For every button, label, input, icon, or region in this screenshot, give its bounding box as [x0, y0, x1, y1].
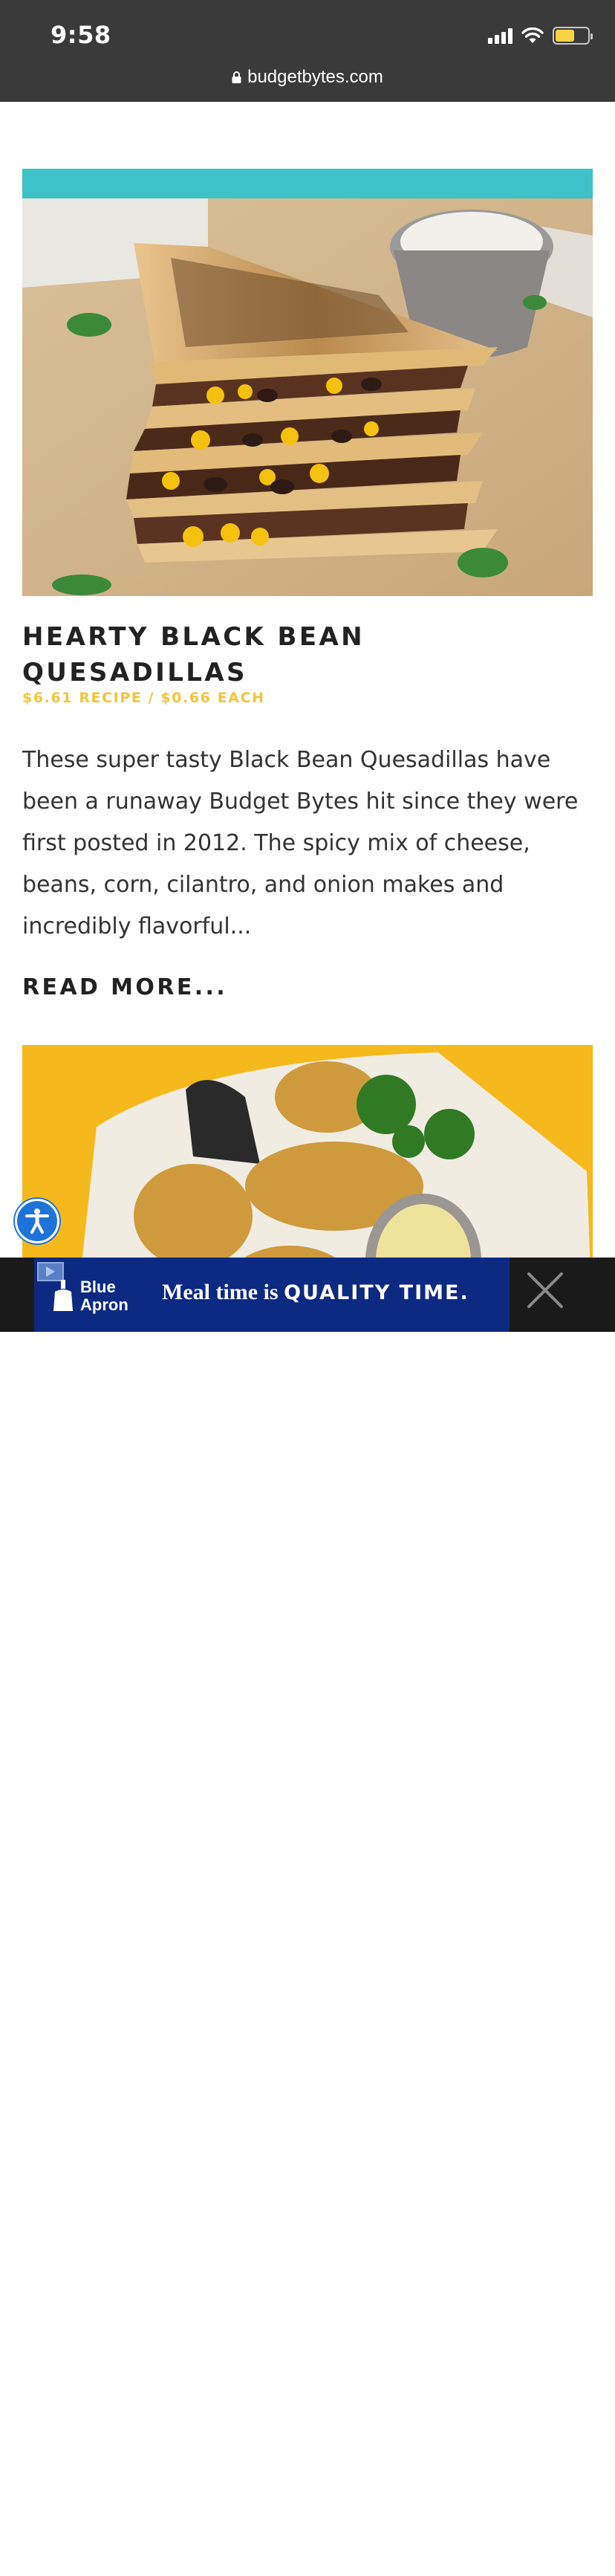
url-bar[interactable]: budgetbytes.com: [0, 67, 615, 88]
close-icon[interactable]: [524, 1269, 566, 1311]
bottle-icon: [53, 1280, 73, 1311]
status-icons: [488, 27, 593, 45]
post-image[interactable]: [22, 169, 593, 596]
post-excerpt: These super tasty Black Bean Quesadillas…: [22, 747, 579, 939]
ad-headline-serif: Meal time is: [162, 1280, 284, 1304]
status-bar: 9:58 budgetbytes.com: [0, 0, 615, 102]
quesadilla-photo: [22, 169, 593, 596]
read-more-link[interactable]: READ MORE...: [22, 974, 227, 1000]
accessibility-button[interactable]: [15, 1199, 59, 1243]
blue-apron-logo: Blue Apron: [51, 1274, 140, 1318]
accessibility-icon: [25, 1208, 49, 1234]
post-price: $6.61 RECIPE / $0.66 EACH: [22, 690, 265, 706]
ad-headline: Meal time is QUALITY TIME.: [162, 1280, 469, 1305]
battery-icon: [553, 27, 593, 45]
status-time: 9:58: [51, 21, 111, 49]
lock-icon: [232, 71, 241, 83]
ad-headline-caps: QUALITY TIME.: [284, 1281, 469, 1304]
post-title[interactable]: HEARTY BLACK BEAN QUESADILLAS: [22, 619, 572, 690]
brand-line-2: Apron: [80, 1295, 128, 1314]
wifi-icon: [521, 27, 544, 43]
cellular-signal-icon: [488, 27, 512, 44]
ad-banner[interactable]: Blue Apron Meal time is QUALITY TIME.: [34, 1258, 510, 1332]
battery-level: [556, 30, 575, 42]
brand-line-1: Blue: [80, 1278, 116, 1296]
home-indicator[interactable]: [198, 2569, 417, 2576]
url-text: budgetbytes.com: [247, 67, 383, 87]
ad-bar: Blue Apron Meal time is QUALITY TIME.: [0, 1258, 615, 2576]
